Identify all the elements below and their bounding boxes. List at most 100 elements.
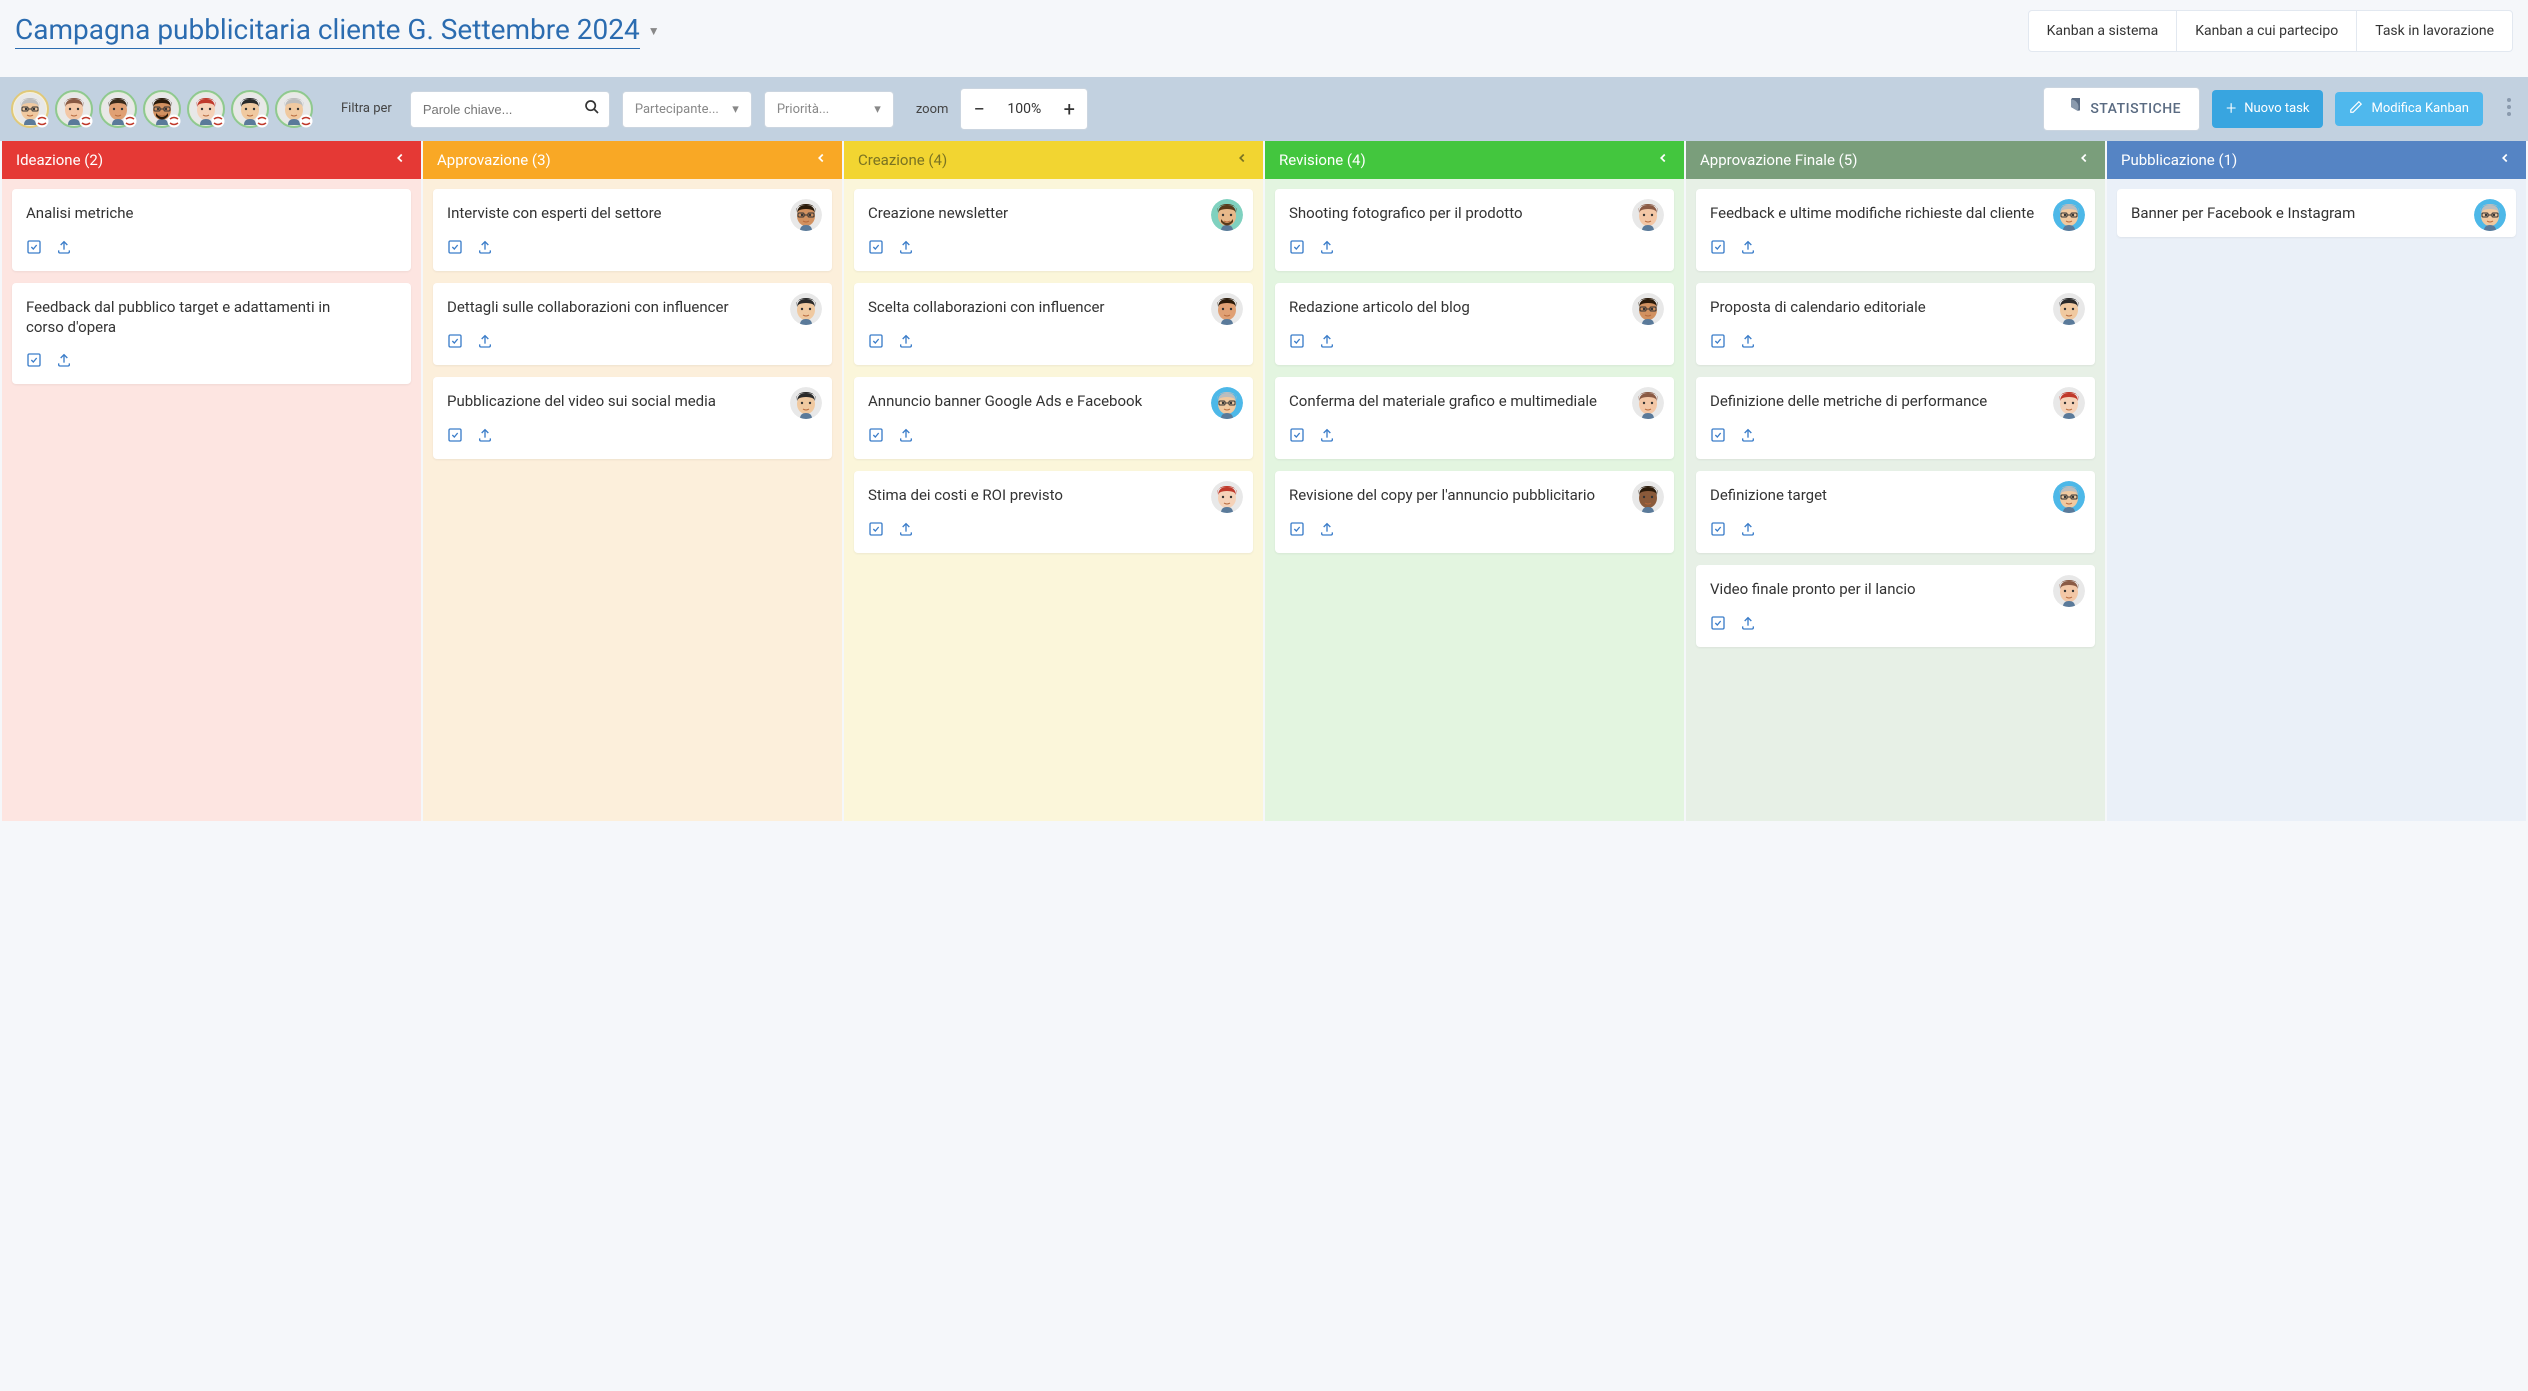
upload-icon[interactable] [1319, 333, 1335, 353]
checklist-icon[interactable] [1710, 521, 1726, 541]
checklist-icon[interactable] [1289, 521, 1305, 541]
tab-kanban-sistema[interactable]: Kanban a sistema [2029, 11, 2178, 51]
task-card[interactable]: Shooting fotografico per il prodotto [1275, 189, 1674, 271]
column-body[interactable]: Interviste con esperti del settore Dettag… [423, 179, 842, 821]
new-task-button[interactable]: + Nuovo task [2212, 90, 2323, 128]
board-title[interactable]: Campagna pubblicitaria cliente G. Settem… [15, 13, 640, 49]
column-header[interactable]: Approvazione (3) [423, 141, 842, 179]
task-card[interactable]: Analisi metriche [12, 189, 411, 271]
tab-task-lavorazione[interactable]: Task in lavorazione [2357, 11, 2512, 51]
task-card[interactable]: Dettagli sulle collaborazioni con influe… [433, 283, 832, 365]
checklist-icon[interactable] [1710, 427, 1726, 447]
column-header[interactable]: Pubblicazione (1) [2107, 141, 2526, 179]
assignee-avatar[interactable] [1632, 199, 1664, 231]
upload-icon[interactable] [56, 239, 72, 259]
assignee-avatar[interactable] [790, 199, 822, 231]
tab-kanban-partecipo[interactable]: Kanban a cui partecipo [2177, 11, 2357, 51]
task-card[interactable]: Definizione delle metriche di performanc… [1696, 377, 2095, 459]
task-card[interactable]: Interviste con esperti del settore [433, 189, 832, 271]
assignee-avatar[interactable] [1632, 481, 1664, 513]
assignee-avatar[interactable] [2053, 199, 2085, 231]
task-card[interactable]: Banner per Facebook e Instagram [2117, 189, 2516, 237]
assignee-avatar[interactable] [2053, 293, 2085, 325]
checklist-icon[interactable] [1710, 333, 1726, 353]
checklist-icon[interactable] [26, 239, 42, 259]
column-body[interactable]: Feedback e ultime modifiche richieste da… [1686, 179, 2105, 821]
checklist-icon[interactable] [447, 239, 463, 259]
team-avatar[interactable] [11, 90, 49, 128]
upload-icon[interactable] [1740, 615, 1756, 635]
task-card[interactable]: Redazione articolo del blog [1275, 283, 1674, 365]
checklist-icon[interactable] [868, 427, 884, 447]
task-card[interactable]: Definizione target [1696, 471, 2095, 553]
column-body[interactable]: Shooting fotografico per il prodotto Reda… [1265, 179, 1684, 821]
upload-icon[interactable] [477, 427, 493, 447]
team-avatar[interactable] [143, 90, 181, 128]
task-card[interactable]: Proposta di calendario editoriale [1696, 283, 2095, 365]
upload-icon[interactable] [898, 239, 914, 259]
task-card[interactable]: Feedback dal pubblico target e adattamen… [12, 283, 411, 384]
task-card[interactable]: Conferma del materiale grafico e multime… [1275, 377, 1674, 459]
checklist-icon[interactable] [868, 333, 884, 353]
column-header[interactable]: Ideazione (2) [2, 141, 421, 179]
zoom-out-button[interactable]: − [961, 89, 997, 129]
task-card[interactable]: Stima dei costi e ROI previsto [854, 471, 1253, 553]
zoom-in-button[interactable]: + [1051, 89, 1087, 129]
assignee-avatar[interactable] [2053, 387, 2085, 419]
upload-icon[interactable] [1319, 239, 1335, 259]
upload-icon[interactable] [1740, 521, 1756, 541]
priority-select[interactable]: Priorità... ▾ [764, 91, 894, 128]
upload-icon[interactable] [477, 333, 493, 353]
upload-icon[interactable] [477, 239, 493, 259]
checklist-icon[interactable] [1289, 239, 1305, 259]
assignee-avatar[interactable] [790, 293, 822, 325]
upload-icon[interactable] [898, 333, 914, 353]
upload-icon[interactable] [898, 427, 914, 447]
checklist-icon[interactable] [1710, 239, 1726, 259]
upload-icon[interactable] [1740, 239, 1756, 259]
task-card[interactable]: Scelta collaborazioni con influencer [854, 283, 1253, 365]
column-header[interactable]: Creazione (4) [844, 141, 1263, 179]
upload-icon[interactable] [1740, 333, 1756, 353]
more-menu-button[interactable] [2495, 98, 2523, 120]
column-body[interactable]: Analisi metriche Feedback dal pubblico ta… [2, 179, 421, 821]
assignee-avatar[interactable] [1632, 293, 1664, 325]
team-avatar[interactable] [99, 90, 137, 128]
upload-icon[interactable] [1319, 521, 1335, 541]
title-dropdown-caret[interactable]: ▼ [648, 24, 660, 38]
task-card[interactable]: Annuncio banner Google Ads e Facebook [854, 377, 1253, 459]
search-icon[interactable] [584, 99, 600, 119]
assignee-avatar[interactable] [1211, 481, 1243, 513]
assignee-avatar[interactable] [790, 387, 822, 419]
column-body[interactable]: Banner per Facebook e Instagram [2107, 179, 2526, 821]
edit-kanban-button[interactable]: Modifica Kanban [2335, 92, 2483, 127]
assignee-avatar[interactable] [1211, 387, 1243, 419]
assignee-avatar[interactable] [1211, 293, 1243, 325]
checklist-icon[interactable] [868, 239, 884, 259]
upload-icon[interactable] [1319, 427, 1335, 447]
stats-button[interactable]: STATISTICHE [2043, 87, 2200, 131]
checklist-icon[interactable] [1710, 615, 1726, 635]
upload-icon[interactable] [56, 352, 72, 372]
assignee-avatar[interactable] [2474, 199, 2506, 231]
column-header[interactable]: Approvazione Finale (5) [1686, 141, 2105, 179]
checklist-icon[interactable] [868, 521, 884, 541]
checklist-icon[interactable] [26, 352, 42, 372]
checklist-icon[interactable] [447, 333, 463, 353]
column-body[interactable]: Creazione newsletter Scelta collaborazion… [844, 179, 1263, 821]
team-avatar[interactable] [55, 90, 93, 128]
task-card[interactable]: Feedback e ultime modifiche richieste da… [1696, 189, 2095, 271]
team-avatar[interactable] [231, 90, 269, 128]
column-header[interactable]: Revisione (4) [1265, 141, 1684, 179]
upload-icon[interactable] [898, 521, 914, 541]
task-card[interactable]: Pubblicazione del video sui social media [433, 377, 832, 459]
assignee-avatar[interactable] [2053, 481, 2085, 513]
checklist-icon[interactable] [447, 427, 463, 447]
participant-select[interactable]: Partecipante... ▾ [622, 91, 752, 128]
assignee-avatar[interactable] [1632, 387, 1664, 419]
task-card[interactable]: Creazione newsletter [854, 189, 1253, 271]
checklist-icon[interactable] [1289, 427, 1305, 447]
search-input[interactable] [410, 91, 610, 128]
assignee-avatar[interactable] [2053, 575, 2085, 607]
upload-icon[interactable] [1740, 427, 1756, 447]
